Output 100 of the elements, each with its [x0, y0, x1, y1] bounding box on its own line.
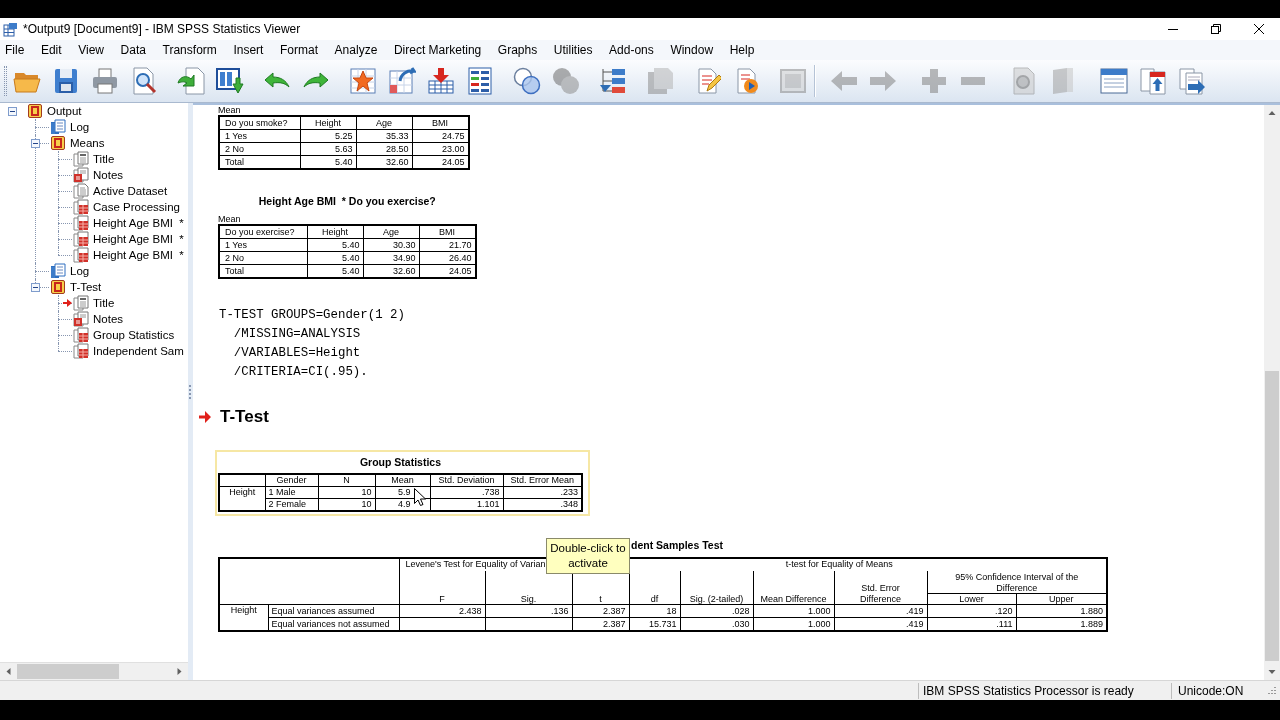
scrollbar-thumb[interactable] [1265, 371, 1279, 661]
column-header: Std. Error Difference [834, 571, 927, 605]
tree-item[interactable]: Height Age BMI * [93, 231, 184, 247]
menu-item[interactable]: Format [271, 41, 327, 59]
table-title: dent Samples Test [631, 538, 724, 552]
menu-item[interactable]: Data [112, 41, 155, 59]
tree-item[interactable]: Active Dataset [93, 183, 168, 199]
save-icon[interactable] [52, 67, 80, 95]
column-header: Do you exercise? [219, 225, 308, 239]
column-header: Height [307, 225, 364, 239]
window-title: *Output9 [Document9] - IBM SPSS Statistics Viewer [23, 22, 301, 36]
tree-item[interactable]: Log [70, 119, 90, 135]
table-icon [73, 199, 89, 215]
print-preview-icon[interactable] [130, 67, 158, 95]
tree-item[interactable]: Independent Sam [93, 343, 184, 359]
menu-item[interactable]: File [0, 41, 33, 59]
tree-item[interactable]: Notes [93, 167, 124, 183]
column-header: Upper [1016, 593, 1108, 605]
row-header: 1 Yes [219, 238, 308, 252]
table-caption: Mean [218, 214, 241, 224]
column-header: Std. Error Mean [503, 474, 582, 487]
table-icon [73, 247, 89, 263]
table-cell: 1 Male [265, 486, 318, 499]
table-icon [73, 327, 89, 343]
notes-icon [73, 311, 89, 327]
table-cell: .136 [485, 604, 572, 618]
tree-item[interactable]: Output [47, 103, 82, 119]
column-header: Age [356, 116, 413, 130]
table-cell: 5.40 [307, 238, 364, 252]
tree-item[interactable]: Height Age BMI * [93, 247, 184, 263]
mouse-pointer-icon [414, 488, 426, 506]
tree-item[interactable]: Title [93, 295, 115, 311]
column-header: Std. Deviation [430, 474, 503, 487]
striped-table-icon[interactable] [466, 67, 494, 95]
book-icon [50, 279, 66, 295]
document-right-arrow-icon[interactable] [1178, 67, 1206, 95]
splitter-handle[interactable] [188, 103, 193, 680]
tree-item[interactable]: Case Processing [93, 199, 180, 215]
column-header: Do you smoke? [219, 116, 301, 130]
scrollbar-thumb[interactable] [17, 664, 119, 679]
tree-item[interactable]: Height Age BMI * [93, 215, 184, 231]
table-cell: .738 [430, 486, 503, 499]
notebook-icon [50, 119, 66, 135]
table-cell: .419 [834, 604, 927, 618]
menu-item[interactable]: Graphs [489, 41, 546, 59]
list-arrows-icon[interactable] [599, 67, 627, 95]
print-icon[interactable] [91, 67, 119, 95]
export-document-icon[interactable] [177, 67, 205, 95]
menu-item[interactable]: Window [662, 41, 722, 59]
table-icon [73, 231, 89, 247]
table-cell: 5.63 [300, 142, 357, 156]
column-header: df [629, 571, 680, 605]
menu-item[interactable]: Insert [225, 41, 272, 59]
table-cell: 2.387 [572, 604, 629, 618]
menu-item[interactable]: Add-ons [600, 41, 663, 59]
row-header: 2 No [219, 251, 308, 265]
menu-item[interactable]: Help [721, 41, 763, 59]
table-down-arrow-icon[interactable] [427, 67, 455, 95]
tree-item[interactable]: Log [70, 263, 90, 279]
menu-item[interactable]: Edit [32, 41, 70, 59]
menu-item[interactable]: Direct Marketing [385, 41, 490, 59]
column-group-header: t-test for Equality of Means [785, 559, 893, 569]
table-title: Height Age BMI * Do you exercise? [258, 194, 436, 208]
document-icon [73, 295, 89, 311]
column-group-header: Levene's Test for Equality of Varian [405, 559, 546, 569]
document-up-arrow-icon[interactable] [1139, 67, 1167, 95]
document-icon [73, 151, 89, 167]
row-header: 1 Yes [219, 129, 301, 143]
tree-item[interactable]: Means [70, 135, 105, 151]
menu-item[interactable]: View [69, 41, 113, 59]
tree-item[interactable]: Notes [93, 311, 124, 327]
resize-grip-icon[interactable] [1265, 684, 1277, 697]
window-icon[interactable] [1100, 67, 1128, 95]
menu-item[interactable]: Transform [154, 41, 226, 59]
table-cell: 28.50 [356, 142, 413, 156]
column-header: N [318, 474, 375, 487]
book-icon [27, 103, 43, 119]
minus-box-icon[interactable] [31, 282, 40, 292]
star-grid-icon[interactable] [349, 67, 377, 95]
menu-item[interactable]: Utilities [545, 41, 601, 59]
table-cell: .233 [503, 486, 582, 499]
minus-box-icon[interactable] [31, 138, 40, 148]
tree-item[interactable]: Title [93, 151, 115, 167]
minus-box-icon[interactable] [8, 106, 17, 116]
tree-item[interactable]: T-Test [70, 279, 102, 295]
table-cell: 5.40 [307, 251, 364, 265]
menu-item[interactable]: Analyze [326, 41, 386, 59]
row-header: 2 No [219, 142, 301, 156]
data-grid-arrow-icon[interactable] [216, 67, 244, 95]
column-header: Age [363, 225, 420, 239]
table-icon [73, 343, 89, 359]
column-header: Lower [927, 593, 1016, 605]
table-icon [73, 215, 89, 231]
close-icon[interactable] [1253, 24, 1264, 34]
grid-arrow-icon[interactable] [388, 67, 416, 95]
section-heading: T-Test [220, 406, 269, 428]
row-header: Equal variances assumed [268, 604, 399, 618]
restore-icon[interactable] [1210, 24, 1221, 34]
tree-item[interactable]: Group Statistics [93, 327, 175, 343]
overlapping-circles-icon[interactable] [513, 67, 541, 95]
